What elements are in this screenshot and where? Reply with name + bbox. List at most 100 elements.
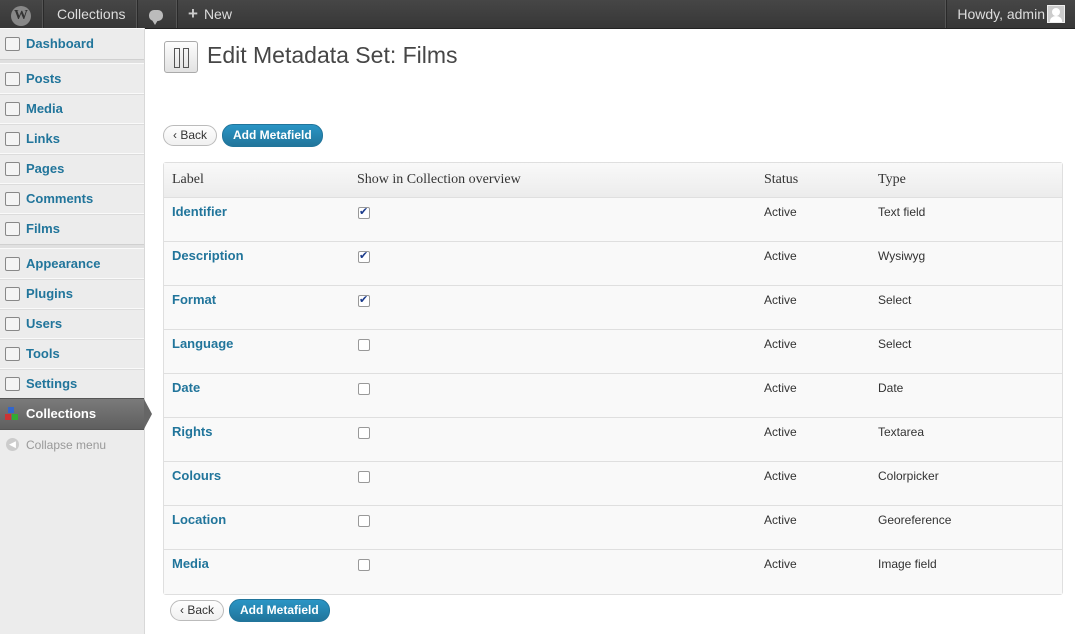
show-in-overview-checkbox[interactable] [358,205,370,219]
sidebar-item-comments[interactable]: Comments [0,183,144,215]
table-row: Description Active Wysiwyg [164,242,1062,286]
sidebar-item-users[interactable]: Users [0,308,144,340]
admin-bar-divider [176,0,178,28]
admin-bar-divider [945,0,947,28]
metafield-label-link[interactable]: Rights [172,424,212,439]
back-button-bottom[interactable]: ‹ Back [170,600,225,621]
sidebar-item-label: Films [26,221,60,236]
sidebar-item-tools[interactable]: Tools [0,338,144,370]
metafield-label-link[interactable]: Media [172,556,209,571]
collapse-arrow-icon: ◀ [6,438,19,451]
type-cell: Wysiwyg [878,249,926,263]
table-body: Identifier Active Text field Description Act… [164,198,1062,594]
status-cell: Active [764,425,797,439]
metafield-label-link[interactable]: Date [172,380,200,395]
metafield-label-link[interactable]: Location [172,512,226,527]
new-content-link[interactable]: + New [188,0,232,28]
table-header: Label Show in Collection overview Status… [164,163,1062,198]
status-cell: Active [764,469,797,483]
collections-icon [5,407,19,421]
table-row: Identifier Active Text field [164,198,1062,242]
dashboard-icon [5,37,20,51]
sidebar-item-label: Plugins [26,286,73,301]
site-name-link[interactable]: Collections [57,0,125,28]
sidebar-item-settings[interactable]: Settings [0,368,144,400]
status-cell: Active [764,557,797,571]
pages-icon [5,162,20,176]
metafield-label-link[interactable]: Description [172,248,244,263]
column-header-type[interactable]: Type [878,172,906,188]
metafield-label-link[interactable]: Identifier [172,204,227,219]
sidebar-item-dashboard[interactable]: Dashboard [0,28,144,60]
metafield-label-link[interactable]: Format [172,292,216,307]
type-cell: Date [878,381,904,395]
sidebar-item-media[interactable]: Media [0,93,144,125]
tools-icon [5,347,20,361]
column-header-show[interactable]: Show in Collection overview [357,172,521,188]
type-cell: Textarea [878,425,925,439]
sidebar-item-label: Media [26,101,63,116]
plugin-icon [5,287,20,301]
column-header-label[interactable]: Label [172,172,204,188]
new-label: New [203,6,232,22]
back-button[interactable]: ‹ Back [163,125,218,146]
tools-page-icon [164,41,198,73]
admin-sidebar: Dashboard Posts Media Links Pages Commen… [0,28,152,634]
sidebar-item-label: Appearance [26,256,101,271]
sidebar-item-label: Dashboard [26,36,94,51]
sidebar-item-label: Pages [26,161,65,176]
status-cell: Active [764,249,797,263]
sidebar-item-plugins[interactable]: Plugins [0,278,144,310]
add-metafield-button[interactable]: Add Metafield [222,124,323,147]
collapse-menu-label: Collapse menu [26,438,107,452]
admin-bar: W Collections + New Howdy, admin [0,0,1075,29]
column-header-status[interactable]: Status [764,172,798,188]
type-cell: Select [878,337,912,351]
show-in-overview-checkbox[interactable] [358,383,370,395]
plus-icon: + [188,4,198,23]
table-row: Media Active Image field [164,550,1062,594]
status-cell: Active [764,205,797,219]
show-in-overview-checkbox[interactable] [358,249,370,263]
sidebar-item-label: Links [26,131,60,146]
sidebar-item-label: Collections [26,406,97,421]
sidebar-item-links[interactable]: Links [0,123,144,155]
sidebar-item-label: Users [26,316,63,331]
type-cell: Image field [878,557,937,571]
type-cell: Georeference [878,513,952,527]
pin-icon [5,72,20,86]
status-cell: Active [764,381,797,395]
show-in-overview-checkbox[interactable] [358,293,370,307]
comments-icon [5,192,20,206]
sidebar-item-appearance[interactable]: Appearance [0,248,144,280]
appearance-icon [5,257,20,271]
users-icon [5,317,20,331]
metafields-table: Label Show in Collection overview Status… [163,162,1063,595]
howdy-user-link[interactable]: Howdy, admin [957,0,1045,28]
status-cell: Active [764,337,797,351]
link-icon [5,132,20,146]
comments-icon[interactable] [138,0,174,28]
metafield-label-link[interactable]: Colours [172,468,221,483]
sidebar-item-pages[interactable]: Pages [0,153,144,185]
show-in-overview-checkbox[interactable] [358,471,370,483]
table-row: Language Active Select [164,330,1062,374]
wordpress-logo-icon[interactable]: W [0,0,42,28]
add-metafield-button-bottom[interactable]: Add Metafield [229,599,330,622]
sidebar-item-collections[interactable]: Collections [0,398,152,430]
settings-icon [5,377,20,391]
metafield-label-link[interactable]: Language [172,336,233,351]
type-cell: Colorpicker [878,469,939,483]
collapse-menu-button[interactable]: ◀ Collapse menu [0,430,144,460]
show-in-overview-checkbox[interactable] [358,339,370,351]
show-in-overview-checkbox[interactable] [358,559,370,571]
table-row: Rights Active Textarea [164,418,1062,462]
film-icon [5,222,20,236]
show-in-overview-checkbox[interactable] [358,427,370,439]
sidebar-item-label: Posts [26,71,62,86]
type-cell: Text field [878,205,926,219]
show-in-overview-checkbox[interactable] [358,515,370,527]
avatar[interactable] [1047,5,1065,23]
sidebar-item-posts[interactable]: Posts [0,63,144,95]
sidebar-item-films[interactable]: Films [0,213,144,245]
